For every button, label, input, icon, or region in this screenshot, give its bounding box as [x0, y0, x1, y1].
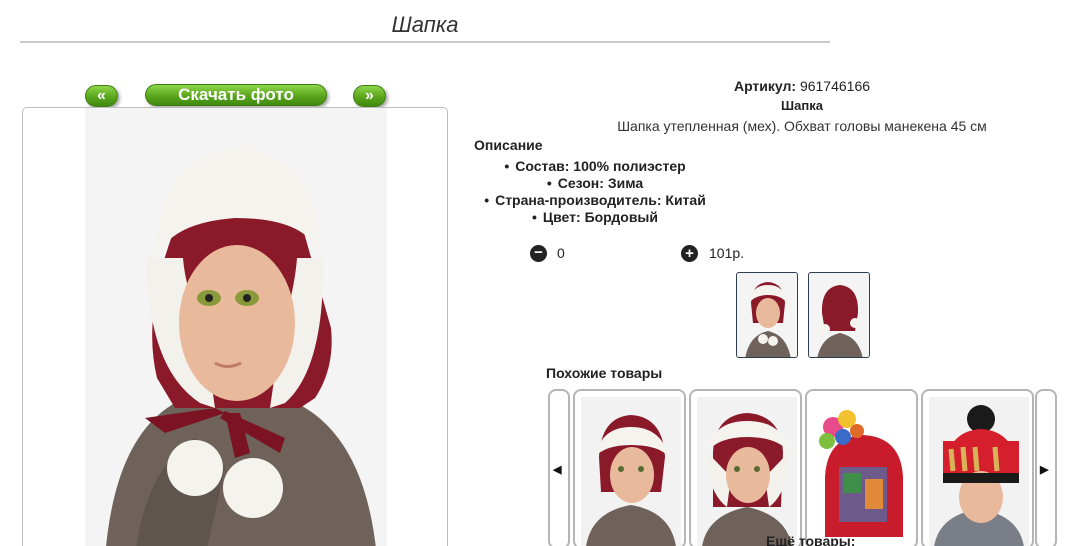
sku-label: Артикул:: [733, 78, 797, 94]
spec-item: Страна-производитель: Китай: [470, 192, 720, 209]
decrease-quantity-icon[interactable]: −: [530, 245, 547, 262]
sku-line: Артикул: 961746166: [660, 78, 944, 94]
similar-product-card[interactable]: [689, 389, 802, 546]
similar-product-image: [697, 397, 797, 546]
page-title: Шапка: [391, 12, 459, 37]
next-photo-button[interactable]: »: [353, 85, 386, 107]
price: 101р.: [709, 245, 745, 261]
download-photo-button[interactable]: Скачать фото: [145, 84, 327, 106]
description-heading: Описание: [474, 137, 543, 153]
carousel-next-button[interactable]: ▶: [1035, 389, 1057, 546]
prev-photo-button[interactable]: «: [85, 85, 118, 107]
spec-item: Цвет: Бордовый: [470, 209, 720, 226]
spec-item: Состав: 100% полиэстер: [470, 158, 720, 175]
quantity-value: 0: [557, 245, 565, 261]
carousel-prev-button[interactable]: ◀: [548, 389, 570, 546]
similar-product-card[interactable]: [921, 389, 1034, 546]
similar-product-card[interactable]: [805, 389, 918, 546]
sku-value: 961746166: [799, 78, 871, 94]
similar-product-card[interactable]: [573, 389, 686, 546]
photo-thumbnail-front[interactable]: [736, 272, 798, 358]
product-photo-image: [85, 108, 387, 546]
spec-item: Сезон: Зима: [470, 175, 720, 192]
photo-thumbnail-back[interactable]: [808, 272, 870, 358]
skip-forward-icon: ▶: [1040, 464, 1049, 476]
similar-product-image: [813, 397, 913, 546]
similar-products-heading: Похожие товары: [546, 365, 663, 381]
similar-product-image: [929, 397, 1029, 546]
increase-quantity-icon[interactable]: +: [681, 245, 698, 262]
product-name: Шапка: [781, 98, 823, 113]
main-product-photo[interactable]: [22, 107, 448, 546]
skip-back-icon: ◀: [553, 464, 562, 476]
similar-product-image: [581, 397, 681, 546]
spec-list: Состав: 100% полиэстер Сезон: Зима Стран…: [470, 158, 720, 226]
product-description: Шапка утепленная (мех). Обхват головы ма…: [617, 118, 987, 134]
title-divider: [20, 41, 830, 43]
more-products-heading: Ещё товары:: [766, 533, 856, 546]
